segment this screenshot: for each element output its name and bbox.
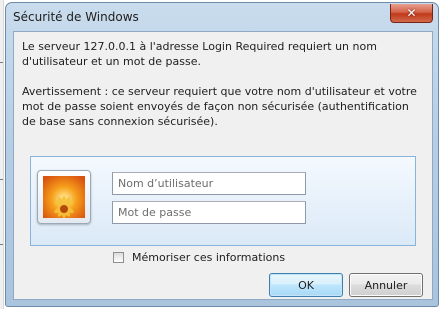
username-field[interactable] bbox=[112, 172, 306, 195]
user-tile bbox=[37, 170, 91, 224]
close-button[interactable]: ✕ bbox=[390, 4, 433, 23]
title-bar[interactable]: Sécurité de Windows ✕ bbox=[6, 3, 438, 31]
dialog-body: Le serveur 127.0.0.1 à l'adresse Login R… bbox=[13, 31, 433, 300]
remember-checkbox[interactable] bbox=[113, 252, 124, 263]
security-dialog: Sécurité de Windows ✕ Le serveur 127.0.0… bbox=[5, 2, 439, 307]
ok-button[interactable]: OK bbox=[269, 273, 343, 297]
background-window-edge bbox=[0, 0, 4, 309]
flower-user-picture-icon bbox=[43, 176, 85, 218]
credential-panel: Mémoriser ces informations bbox=[30, 156, 416, 264]
remember-credentials-option[interactable]: Mémoriser ces informations bbox=[113, 251, 285, 264]
remember-label[interactable]: Mémoriser ces informations bbox=[132, 251, 285, 264]
background-tick bbox=[0, 62, 3, 63]
background-tick bbox=[0, 244, 3, 245]
password-field[interactable] bbox=[112, 201, 306, 224]
background-tick bbox=[0, 179, 3, 180]
server-message: Le serveur 127.0.0.1 à l'adresse Login R… bbox=[22, 40, 377, 68]
security-warning: Avertissement : ce serveur requiert que … bbox=[22, 85, 417, 128]
close-icon: ✕ bbox=[406, 6, 417, 20]
cancel-button[interactable]: Annuler bbox=[349, 273, 423, 297]
window-title: Sécurité de Windows bbox=[13, 10, 139, 24]
